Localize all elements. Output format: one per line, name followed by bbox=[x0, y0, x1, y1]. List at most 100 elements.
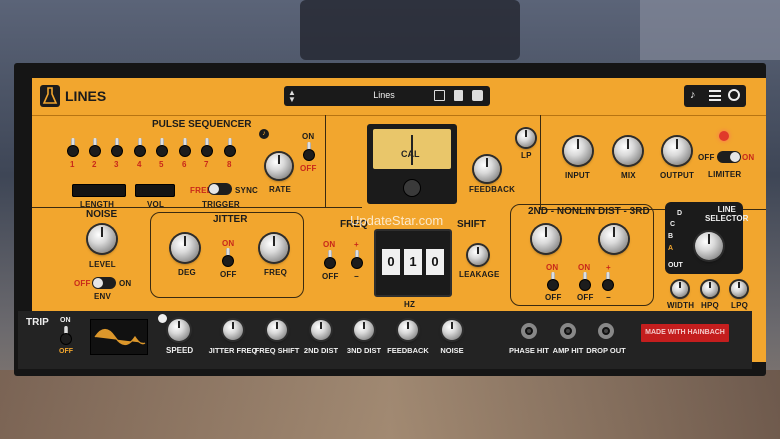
lp-knob[interactable] bbox=[517, 129, 535, 147]
modulation-bar: TRIP ON OFF SPEED JITTER FREQ FREQ SHIFT 2… bbox=[18, 311, 752, 369]
step-4-toggle[interactable] bbox=[135, 138, 145, 156]
watermark-text: UpdateStar.com bbox=[350, 213, 444, 228]
feedback-knob[interactable] bbox=[474, 156, 500, 182]
jitter-deg-knob[interactable] bbox=[171, 234, 199, 262]
limiter-switch[interactable] bbox=[717, 151, 741, 163]
position-d[interactable]: D bbox=[677, 210, 682, 217]
vu-meter: CAL bbox=[367, 124, 457, 204]
mod-knob-label: FREQ SHIFT bbox=[254, 346, 300, 355]
mod-knob-1[interactable] bbox=[267, 320, 287, 340]
background-shape bbox=[0, 370, 780, 439]
dice-icon[interactable] bbox=[472, 90, 483, 101]
lpq-knob[interactable] bbox=[731, 281, 747, 297]
dist-2nd-knob[interactable] bbox=[532, 225, 560, 253]
bell-icon[interactable]: ♪ bbox=[690, 90, 700, 101]
dist-2nd-toggle[interactable] bbox=[548, 272, 558, 290]
step-1-toggle[interactable] bbox=[68, 138, 78, 156]
preset-bar[interactable]: ▲ ▼ Lines bbox=[284, 86, 490, 106]
jitter-toggle[interactable] bbox=[223, 248, 233, 266]
rate-knob[interactable] bbox=[266, 153, 292, 179]
limiter-led bbox=[719, 131, 729, 141]
noise-env-on-label: ON bbox=[119, 279, 132, 288]
jitter-freq-knob[interactable] bbox=[260, 234, 288, 262]
hpq-knob[interactable] bbox=[702, 281, 718, 297]
input-knob[interactable] bbox=[564, 137, 592, 165]
limiter-off-label: OFF bbox=[698, 153, 715, 162]
freq-shift-toggle[interactable] bbox=[325, 250, 335, 268]
trash-icon[interactable] bbox=[454, 90, 463, 101]
position-a[interactable]: A bbox=[668, 245, 673, 252]
dist-3rd-toggle[interactable] bbox=[580, 272, 590, 290]
jack-1[interactable] bbox=[560, 323, 576, 339]
width-knob[interactable] bbox=[672, 281, 688, 297]
mod-knob-5[interactable] bbox=[442, 320, 462, 340]
mix-knob[interactable] bbox=[614, 137, 642, 165]
jack-2[interactable] bbox=[598, 323, 614, 339]
position-b[interactable]: B bbox=[668, 233, 673, 240]
line-selector-knob[interactable] bbox=[695, 232, 723, 260]
jitter-on-label: ON bbox=[222, 239, 235, 248]
mod-knob-0[interactable] bbox=[223, 320, 243, 340]
step-3-toggle[interactable] bbox=[112, 138, 122, 156]
out-label: OUT bbox=[668, 262, 683, 269]
background-shape bbox=[300, 0, 520, 60]
sequencer-toggle[interactable] bbox=[304, 142, 314, 160]
step-number: 7 bbox=[204, 160, 209, 169]
feedback-label: FEEDBACK bbox=[469, 185, 516, 194]
output-knob[interactable] bbox=[663, 137, 691, 165]
step-number: 6 bbox=[182, 160, 187, 169]
noise-level-knob[interactable] bbox=[88, 225, 116, 253]
app-title: LINES bbox=[65, 88, 107, 104]
step-6-toggle[interactable] bbox=[180, 138, 190, 156]
step-5-toggle[interactable] bbox=[157, 138, 167, 156]
mod-knob-label: JITTER FREQ bbox=[208, 346, 258, 355]
preset-name[interactable]: Lines bbox=[354, 90, 414, 100]
trip-toggle[interactable] bbox=[61, 326, 71, 344]
power-icon[interactable] bbox=[728, 89, 740, 101]
hpq-label: HPQ bbox=[701, 301, 719, 310]
line-selector-panel: LINE SELECTOR D C B A OUT bbox=[665, 202, 748, 274]
step-number: 8 bbox=[227, 160, 232, 169]
jitter-title: JITTER bbox=[213, 214, 248, 225]
rate-label: RATE bbox=[269, 185, 291, 194]
hz-digit[interactable]: 1 bbox=[404, 249, 422, 275]
dist-polarity-toggle[interactable] bbox=[603, 272, 613, 290]
menu-icon[interactable] bbox=[709, 90, 721, 101]
vol-display[interactable] bbox=[135, 184, 175, 197]
made-with-badge[interactable]: MADE WITH HAINBACH bbox=[641, 324, 729, 342]
dist-section bbox=[510, 204, 654, 306]
jack-0[interactable] bbox=[521, 323, 537, 339]
step-number: 2 bbox=[92, 160, 97, 169]
trigger-switch[interactable] bbox=[208, 183, 232, 195]
position-c[interactable]: C bbox=[670, 221, 675, 228]
freq-direction-toggle[interactable] bbox=[352, 250, 362, 268]
sync-label: SYNC bbox=[235, 186, 259, 195]
meter-face: CAL bbox=[373, 129, 451, 169]
vol-label: VOL bbox=[147, 200, 165, 209]
lpq-label: LPQ bbox=[731, 301, 749, 310]
mod-knob-4[interactable] bbox=[398, 320, 418, 340]
mod-knob-3[interactable] bbox=[354, 320, 374, 340]
save-icon[interactable] bbox=[434, 90, 445, 101]
jack-label: AMP HIT bbox=[552, 346, 584, 355]
divider bbox=[325, 115, 326, 207]
mod-knob-2[interactable] bbox=[311, 320, 331, 340]
step-8-toggle[interactable] bbox=[225, 138, 235, 156]
speed-knob[interactable] bbox=[168, 319, 190, 341]
arrows-updown-icon[interactable]: ▲ ▼ bbox=[288, 89, 298, 104]
output-label: OUTPUT bbox=[660, 171, 695, 180]
step-7-toggle[interactable] bbox=[202, 138, 212, 156]
length-label: LENGTH bbox=[80, 200, 115, 209]
dist-3rd-knob[interactable] bbox=[600, 225, 628, 253]
length-display[interactable] bbox=[72, 184, 126, 197]
mod-knob-label: 2ND DIST bbox=[303, 346, 339, 355]
width-label: WIDTH bbox=[667, 301, 695, 310]
noise-env-switch[interactable] bbox=[92, 277, 116, 289]
hz-digit[interactable]: 0 bbox=[382, 249, 400, 275]
hz-digit-display[interactable]: 0 1 0 bbox=[374, 229, 452, 297]
waveform-display[interactable] bbox=[90, 319, 148, 355]
hz-digit[interactable]: 0 bbox=[426, 249, 444, 275]
step-2-toggle[interactable] bbox=[90, 138, 100, 156]
leakage-knob[interactable] bbox=[468, 245, 488, 265]
leakage-label: LEAKAGE bbox=[459, 270, 500, 279]
